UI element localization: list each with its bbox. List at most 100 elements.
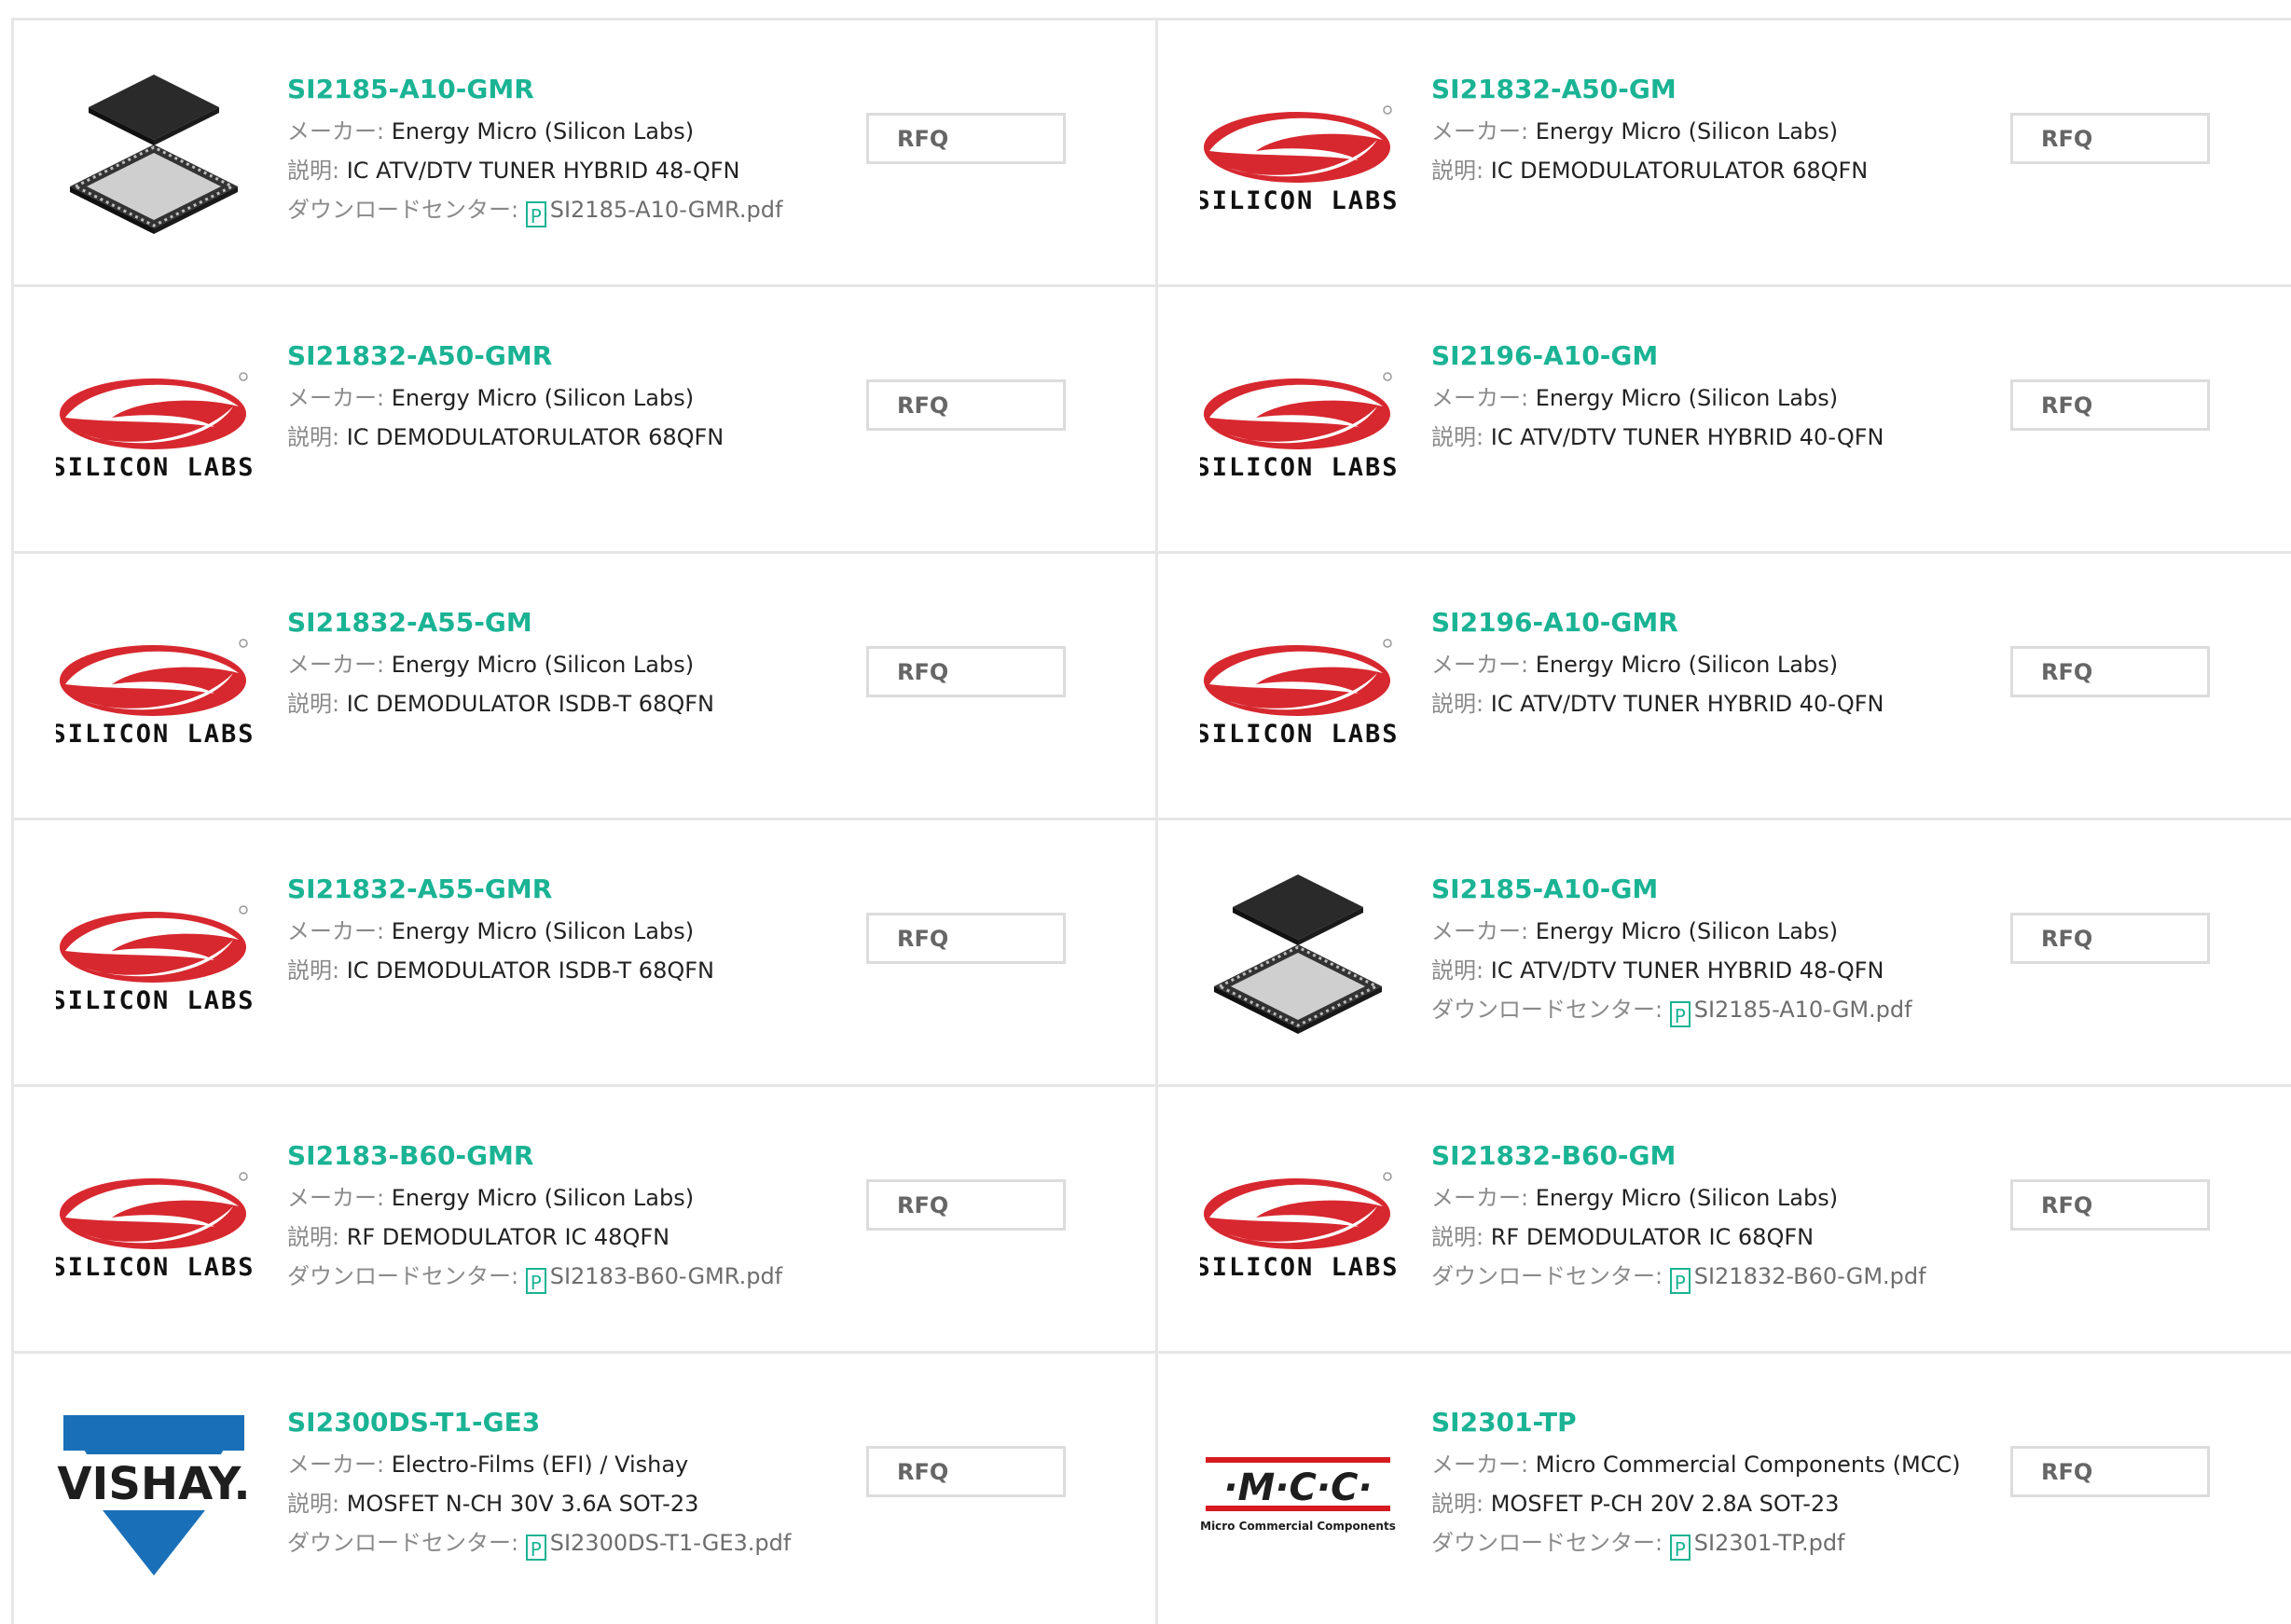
pdf-icon[interactable]: P — [1669, 1001, 1691, 1027]
product-row: SI2185-A10-GMR メーカー: Energy Micro (Silico… — [14, 21, 2291, 287]
description-value: IC ATV/DTV TUNER HYBRID 40-QFN — [1490, 424, 1884, 450]
maker-line: メーカー: Energy Micro (Silicon Labs) — [1431, 912, 1953, 951]
product-thumbnail[interactable]: SILICON LABS — [1195, 1132, 1401, 1318]
maker-line: メーカー: Energy Micro (Silicon Labs) — [287, 112, 809, 151]
part-number-link[interactable]: SI21832-A55-GM — [287, 604, 809, 641]
maker-line: メーカー: Energy Micro (Silicon Labs) — [287, 645, 809, 684]
datasheet-link[interactable]: SI2183-B60-GMR.pdf — [550, 1263, 782, 1289]
product-thumbnail[interactable]: SILICON LABS — [51, 865, 256, 1052]
maker-line: メーカー: Energy Micro (Silicon Labs) — [287, 912, 809, 951]
maker-label: メーカー: — [1431, 652, 1536, 678]
maker-line: メーカー: Energy Micro (Silicon Labs) — [1431, 112, 1953, 151]
datasheet-link[interactable]: SI21832-B60-GM.pdf — [1694, 1263, 1926, 1289]
maker-label: メーカー: — [287, 385, 392, 411]
download-label: ダウンロードセンター: — [287, 1263, 526, 1289]
maker-value: Energy Micro (Silicon Labs) — [391, 918, 695, 944]
rfq-button[interactable]: RFQ — [2010, 913, 2210, 964]
product-card: SILICON LABS SI21832-B60-GM メーカー: Energy … — [1158, 1087, 2291, 1354]
datasheet-link[interactable]: SI2300DS-T1-GE3.pdf — [550, 1530, 792, 1556]
product-thumbnail[interactable]: SILICON LABS — [51, 599, 256, 785]
description-line: 説明: IC DEMODULATORULATOR 68QFN — [1431, 151, 1953, 190]
pdf-icon[interactable]: P — [525, 1268, 546, 1294]
product-thumbnail[interactable]: SILICON LABS — [1195, 332, 1401, 518]
description-line: 説明: IC DEMODULATORULATOR 68QFN — [287, 418, 809, 457]
maker-line: メーカー: Electro-Films (EFI) / Vishay — [287, 1445, 809, 1484]
download-line: ダウンロードセンター: P SI2185-A10-GMR.pdf — [287, 190, 809, 229]
part-number-link[interactable]: SI2196-A10-GM — [1431, 337, 1953, 375]
datasheet-link[interactable]: SI2301-TP.pdf — [1694, 1530, 1845, 1556]
description-line: 説明: IC ATV/DTV TUNER HYBRID 40-QFN — [1431, 418, 1953, 457]
maker-label: メーカー: — [287, 652, 392, 678]
product-thumbnail[interactable] — [51, 65, 256, 252]
silicon-labs-logo: SILICON LABS — [56, 1172, 252, 1281]
rfq-button[interactable]: RFQ — [866, 646, 1066, 697]
pdf-icon[interactable]: P — [1669, 1268, 1691, 1294]
description-label: 説明: — [1431, 1224, 1491, 1250]
description-value: IC DEMODULATORULATOR 68QFN — [1490, 158, 1869, 184]
maker-line: メーカー: Energy Micro (Silicon Labs) — [1431, 645, 1953, 684]
pdf-icon[interactable]: P — [525, 201, 546, 227]
pdf-icon[interactable]: P — [525, 1535, 546, 1561]
description-line: 説明: MOSFET N-CH 30V 3.6A SOT-23 — [287, 1484, 809, 1523]
svg-text:SILICON LABS: SILICON LABS — [1200, 720, 1396, 748]
download-line: ダウンロードセンター: P SI2183-B60-GMR.pdf — [287, 1257, 809, 1296]
description-label: 説明: — [287, 424, 347, 450]
product-info: SI2301-TP メーカー: Micro Commercial Componen… — [1431, 1404, 1961, 1562]
product-thumbnail[interactable]: SILICON LABS — [51, 332, 256, 518]
product-thumbnail[interactable]: VISHAY. — [51, 1398, 256, 1585]
svg-text:SILICON LABS: SILICON LABS — [1200, 186, 1396, 214]
description-line: 説明: IC ATV/DTV TUNER HYBRID 48-QFN — [1431, 951, 1953, 990]
maker-label: メーカー: — [287, 918, 392, 944]
description-label: 説明: — [287, 957, 347, 984]
product-thumbnail[interactable] — [1195, 865, 1401, 1052]
rfq-button[interactable]: RFQ — [2010, 379, 2210, 431]
product-thumbnail[interactable]: SILICON LABS — [51, 1132, 256, 1318]
part-number-link[interactable]: SI2301-TP — [1431, 1404, 1953, 1441]
description-label: 説明: — [1431, 1491, 1491, 1517]
description-label: 説明: — [1431, 691, 1491, 717]
description-label: 説明: — [287, 691, 347, 717]
svg-text:SILICON LABS: SILICON LABS — [56, 720, 252, 748]
description-label: 説明: — [1431, 158, 1491, 184]
description-value: IC ATV/DTV TUNER HYBRID 48-QFN — [1490, 957, 1884, 984]
datasheet-link[interactable]: SI2185-A10-GMR.pdf — [550, 197, 783, 223]
part-number-link[interactable]: SI21832-A50-GM — [1431, 71, 1953, 108]
rfq-button[interactable]: RFQ — [2010, 1179, 2210, 1231]
mcc-logo: ·M·C·C· Micro Commercial Components — [1200, 1457, 1396, 1533]
rfq-button[interactable]: RFQ — [866, 913, 1066, 964]
rfq-button[interactable]: RFQ — [866, 379, 1066, 431]
rfq-button[interactable]: RFQ — [2010, 1446, 2210, 1497]
part-number-link[interactable]: SI2196-A10-GMR — [1431, 604, 1953, 641]
svg-text:SILICON LABS: SILICON LABS — [1200, 453, 1396, 481]
datasheet-link[interactable]: SI2185-A10-GM.pdf — [1694, 997, 1912, 1023]
description-label: 説明: — [287, 158, 347, 184]
description-line: 説明: IC DEMODULATOR ISDB-T 68QFN — [287, 684, 809, 723]
description-value: RF DEMODULATOR IC 68QFN — [1490, 1224, 1815, 1250]
part-number-link[interactable]: SI21832-A50-GMR — [287, 337, 809, 375]
rfq-button[interactable]: RFQ — [2010, 646, 2210, 697]
rfq-button[interactable]: RFQ — [866, 113, 1066, 164]
maker-value: Energy Micro (Silicon Labs) — [391, 652, 695, 678]
pdf-icon[interactable]: P — [1669, 1535, 1691, 1561]
rfq-button[interactable]: RFQ — [866, 1179, 1066, 1231]
part-number-link[interactable]: SI2300DS-T1-GE3 — [287, 1404, 809, 1441]
maker-label: メーカー: — [1431, 918, 1536, 944]
part-number-link[interactable]: SI2185-A10-GMR — [287, 71, 809, 108]
vishay-logo: VISHAY. — [56, 1415, 252, 1576]
description-label: 説明: — [287, 1491, 347, 1517]
part-number-link[interactable]: SI2183-B60-GMR — [287, 1137, 809, 1175]
product-thumbnail[interactable]: ·M·C·C· Micro Commercial Components — [1195, 1398, 1401, 1585]
product-thumbnail[interactable]: SILICON LABS — [1195, 599, 1401, 785]
description-label: 説明: — [1431, 424, 1491, 450]
part-number-link[interactable]: SI21832-B60-GM — [1431, 1137, 1953, 1175]
product-info: SI21832-B60-GM メーカー: Energy Micro (Silico… — [1431, 1137, 1953, 1296]
part-number-link[interactable]: SI21832-A55-GMR — [287, 871, 809, 908]
product-thumbnail[interactable]: SILICON LABS — [1195, 65, 1401, 252]
part-number-link[interactable]: SI2185-A10-GM — [1431, 871, 1953, 908]
svg-text:SILICON LABS: SILICON LABS — [56, 1253, 252, 1281]
rfq-button[interactable]: RFQ — [866, 1446, 1066, 1497]
maker-line: メーカー: Energy Micro (Silicon Labs) — [287, 1178, 809, 1218]
rfq-button[interactable]: RFQ — [2010, 113, 2210, 164]
product-info: SI2196-A10-GMR メーカー: Energy Micro (Silico… — [1431, 604, 1953, 723]
download-label: ダウンロードセンター: — [1431, 1263, 1670, 1289]
